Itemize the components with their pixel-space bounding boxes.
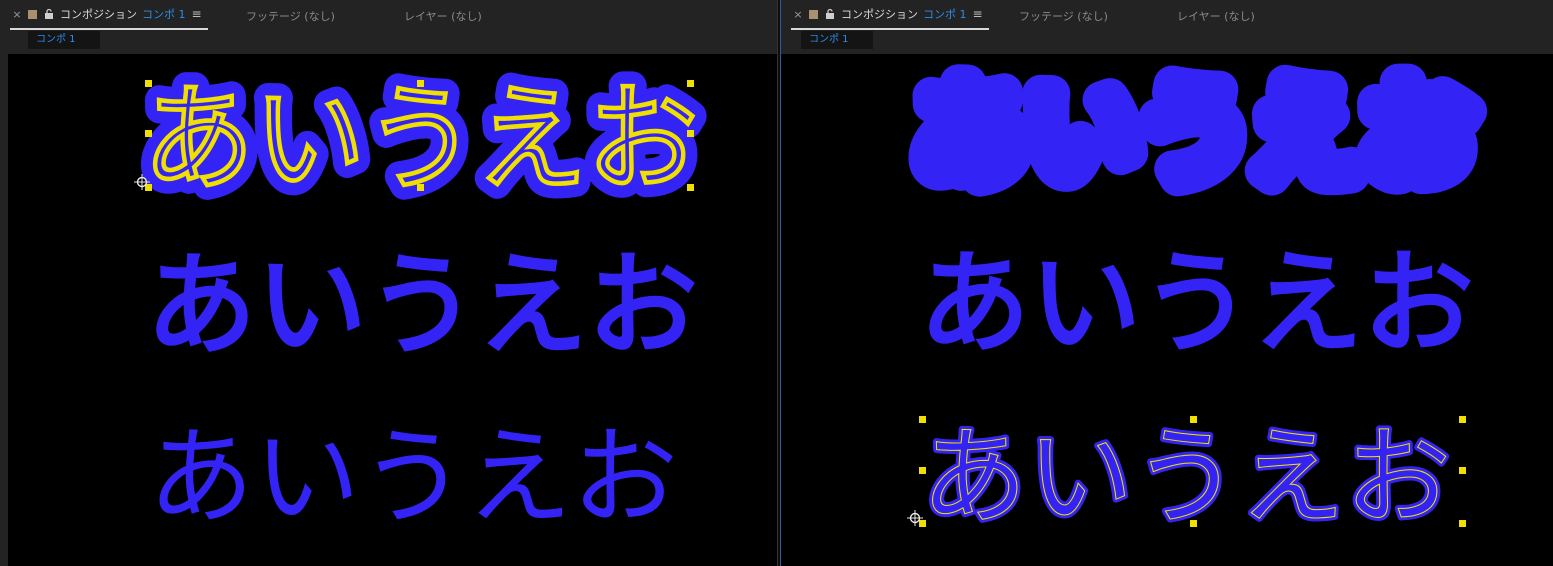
panel-tab-bar: × コンポジション コンポ 1 ≡ フッテージ (なし) レイヤー (なし) bbox=[0, 0, 777, 30]
text-layer-bold[interactable]: あいうえお bbox=[919, 239, 1474, 369]
tab-composition[interactable]: × コンポジション コンポ 1 ≡ bbox=[10, 0, 208, 30]
tab-title: コンポジション bbox=[60, 8, 137, 21]
panel-menu-icon[interactable]: ≡ bbox=[973, 7, 983, 21]
tab-comp-name[interactable]: コンポ 1 bbox=[923, 6, 967, 22]
comp-chip[interactable]: コンポ 1 bbox=[801, 31, 873, 49]
tab-composition[interactable]: × コンポジション コンポ 1 ≡ bbox=[791, 0, 989, 30]
comp-viewer[interactable]: あいうえお あいうえお あいうえお あいうえお bbox=[8, 54, 777, 566]
text-layer-heavy-stroke[interactable]: あいうえお bbox=[898, 54, 1491, 216]
text-layer-thin-stroke-outline: あいうえお bbox=[921, 416, 1451, 539]
label-color-icon bbox=[28, 9, 37, 19]
lock-icon[interactable] bbox=[43, 8, 55, 20]
label-color-icon bbox=[809, 9, 818, 19]
viewer-canvas: あいうえお あいうえお あいうえお あいうえお bbox=[898, 54, 1491, 543]
tab-footage[interactable]: フッテージ (なし) bbox=[1019, 8, 1108, 24]
comp-navigator-bar: コンポ 1 bbox=[0, 30, 777, 52]
composition-panel-right: × コンポジション コンポ 1 ≡ フッテージ (なし) レイヤー (なし) コ… bbox=[780, 0, 1553, 566]
composition-panels: × コンポジション コンポ 1 ≡ フッテージ (なし) レイヤー (なし) コ… bbox=[0, 0, 1553, 566]
close-icon[interactable]: × bbox=[791, 8, 805, 21]
panel-menu-icon[interactable]: ≡ bbox=[192, 7, 202, 21]
lock-icon[interactable] bbox=[824, 8, 836, 20]
tab-footage[interactable]: フッテージ (なし) bbox=[246, 8, 335, 24]
comp-chip[interactable]: コンポ 1 bbox=[28, 31, 100, 49]
comp-navigator-bar: コンポ 1 bbox=[781, 30, 1553, 52]
close-icon[interactable]: × bbox=[10, 8, 24, 21]
text-layer-bold[interactable]: あいうえお bbox=[146, 241, 698, 371]
text-layer-thin[interactable]: あいうえお bbox=[148, 416, 678, 539]
tab-title: コンポジション bbox=[841, 8, 918, 21]
comp-viewer[interactable]: あいうえお あいうえお あいうえお あいうえお bbox=[781, 54, 1553, 566]
tab-layer[interactable]: レイヤー (なし) bbox=[1177, 8, 1255, 24]
composition-panel-left: × コンポジション コンポ 1 ≡ フッテージ (なし) レイヤー (なし) コ… bbox=[0, 0, 778, 566]
viewer-canvas: あいうえお あいうえお あいうえお あいうえお bbox=[130, 59, 711, 539]
tab-comp-name[interactable]: コンポ 1 bbox=[142, 6, 186, 22]
panel-tab-bar: × コンポジション コンポ 1 ≡ フッテージ (なし) レイヤー (なし) bbox=[781, 0, 1553, 30]
tab-layer[interactable]: レイヤー (なし) bbox=[404, 8, 482, 24]
